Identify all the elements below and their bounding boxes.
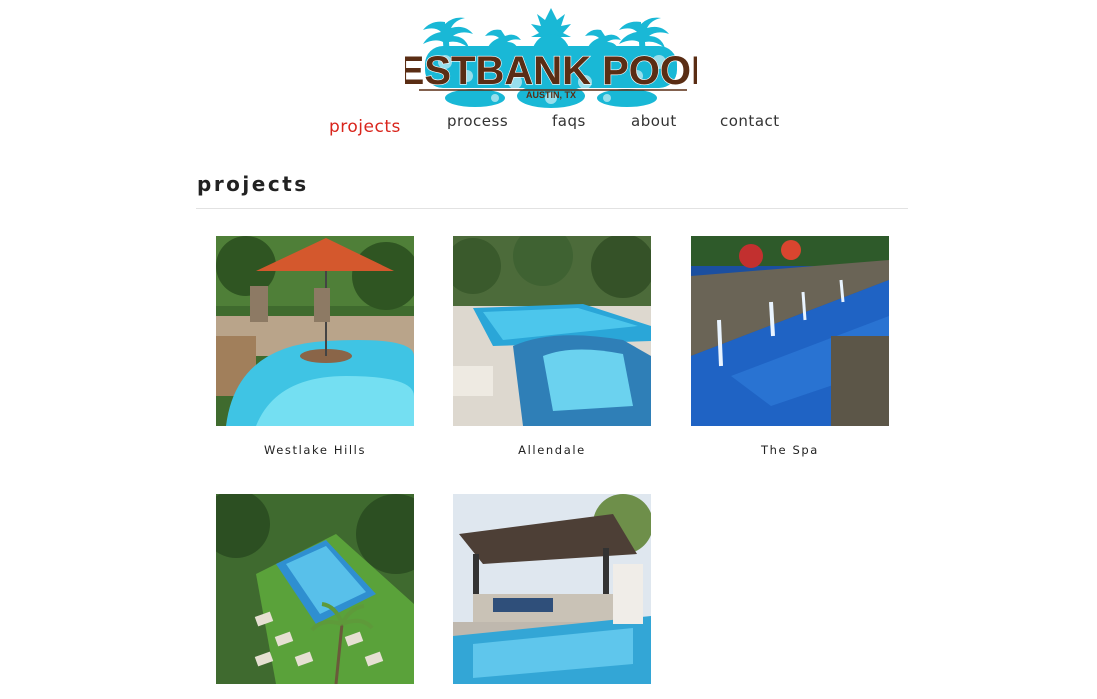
project-tile-5[interactable]: [453, 494, 651, 699]
main-navigation: projects process faqs about contact: [0, 112, 1097, 142]
project-image[interactable]: [453, 236, 651, 426]
project-tile-the-spa[interactable]: The Spa: [691, 236, 889, 457]
project-tile-4[interactable]: [216, 494, 414, 699]
nav-item-projects[interactable]: projects: [329, 117, 401, 137]
title-divider: [196, 208, 908, 209]
project-caption[interactable]: Allendale: [453, 443, 651, 457]
project-caption[interactable]: Westlake Hills: [216, 443, 414, 457]
project-image[interactable]: [453, 494, 651, 684]
project-image[interactable]: [216, 494, 414, 684]
logo-text: WESTBANK POOLS: [405, 49, 697, 93]
site-logo[interactable]: WESTBANK POOLS AUSTIN, TX: [405, 6, 697, 110]
project-image[interactable]: [691, 236, 889, 426]
nav-item-faqs[interactable]: faqs: [552, 112, 586, 130]
project-caption[interactable]: The Spa: [691, 443, 889, 457]
nav-item-about[interactable]: about: [631, 112, 677, 130]
project-image[interactable]: [216, 236, 414, 426]
project-tile-westlake-hills[interactable]: Westlake Hills: [216, 236, 414, 457]
project-tile-allendale[interactable]: Allendale: [453, 236, 651, 457]
logo-subtext: AUSTIN, TX: [526, 90, 576, 100]
page-title: projects: [197, 172, 309, 196]
nav-item-contact[interactable]: contact: [720, 112, 780, 130]
nav-item-process[interactable]: process: [447, 112, 508, 130]
